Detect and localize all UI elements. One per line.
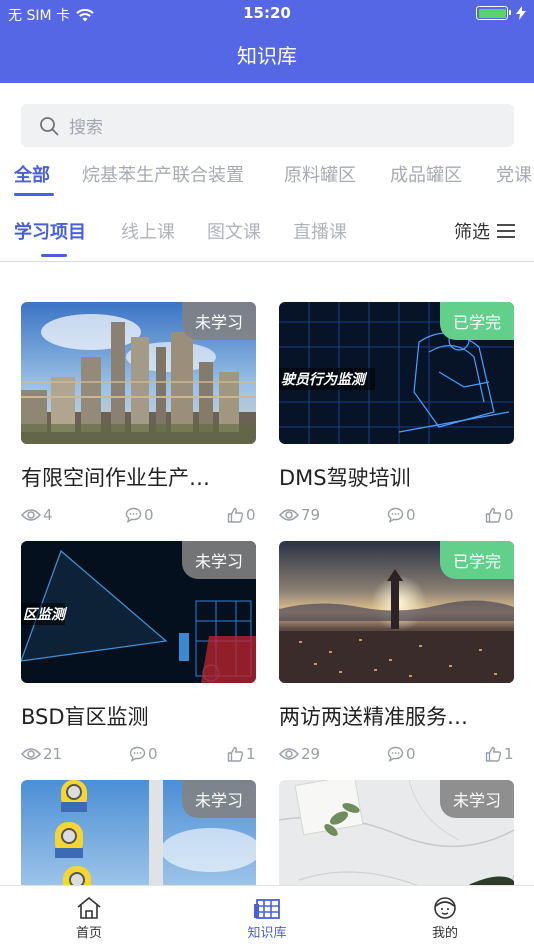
comments-count: 0 — [148, 745, 158, 763]
search-placeholder: 搜索 — [69, 118, 103, 138]
comments-count: 0 — [406, 506, 416, 524]
subtab-online[interactable]: 线上课 — [121, 218, 175, 244]
bottom-nav: 首页 知识库 我的 — [0, 885, 534, 950]
comments-count: 0 — [144, 506, 154, 524]
nav-label: 我的 — [431, 926, 458, 941]
views-stat: 79 — [279, 506, 320, 524]
comment-icon — [387, 746, 404, 762]
divider — [0, 261, 534, 262]
status-badge: 已学完 — [440, 302, 514, 340]
battery-icon — [476, 6, 511, 20]
course-title[interactable]: DMS驾驶培训 — [279, 462, 514, 492]
course-stats: 21 0 1 — [21, 745, 256, 765]
comments-stat: 0 — [387, 506, 416, 524]
nav-item-home[interactable]: 首页 — [49, 896, 129, 941]
comment-icon — [125, 507, 142, 523]
comments-stat: 0 — [125, 506, 154, 524]
comments-stat: 0 — [129, 745, 158, 763]
likes-stat[interactable]: 0 — [485, 506, 514, 524]
thumbs-up-icon — [227, 507, 244, 523]
app-root: 无 SIM 卡 15:20 知识库 搜索 全部 烷基苯生产联合装置 原料罐区 成… — [0, 0, 534, 950]
comments-count: 0 — [406, 745, 416, 763]
subtab-graphic[interactable]: 图文课 — [207, 218, 261, 244]
eye-icon — [21, 748, 41, 760]
views-count: 29 — [301, 745, 321, 763]
course-card[interactable]: 未学习 有限空间作业生产… 4 0 0 — [21, 302, 256, 526]
thumbs-up-icon — [227, 746, 244, 762]
menu-icon — [497, 224, 515, 238]
subtab-live[interactable]: 直播课 — [293, 218, 347, 244]
course-stats: 29 0 1 — [279, 745, 514, 765]
eye-icon — [279, 748, 299, 760]
course-thumbnail[interactable]: 已学完 — [279, 541, 514, 683]
nav-item-library[interactable]: 知识库 — [227, 896, 307, 941]
charging-icon — [516, 6, 526, 20]
nav-label: 首页 — [75, 926, 102, 941]
header: 无 SIM 卡 15:20 知识库 — [0, 0, 534, 83]
search-icon — [40, 116, 59, 135]
search-input[interactable]: 搜索 — [21, 104, 514, 147]
library-icon — [254, 899, 280, 919]
comment-icon — [129, 746, 146, 762]
status-bar: 无 SIM 卡 15:20 — [0, 0, 534, 28]
status-badge: 已学完 — [440, 541, 514, 579]
category-active-indicator — [14, 193, 54, 196]
category-tab-party[interactable]: 党课 — [496, 161, 532, 187]
likes-count: 0 — [504, 506, 514, 524]
course-card[interactable]: 已学完 两访两送精准服务… 29 0 1 — [279, 541, 514, 765]
views-stat: 29 — [279, 745, 320, 763]
comments-stat: 0 — [387, 745, 416, 763]
course-thumbnail[interactable]: 区监测 未学习 — [21, 541, 256, 683]
status-badge: 未学习 — [182, 541, 256, 579]
views-count: 21 — [43, 745, 63, 763]
likes-count: 1 — [246, 745, 256, 763]
course-card[interactable]: 驶员行为监测 已学完 DMS驾驶培训 79 0 0 — [279, 302, 514, 526]
eye-icon — [21, 509, 41, 521]
nav-label: 知识库 — [247, 926, 287, 941]
category-tab-raw-tanks[interactable]: 原料罐区 — [284, 161, 356, 187]
status-badge: 未学习 — [182, 302, 256, 340]
course-stats: 79 0 0 — [279, 506, 514, 526]
comment-icon — [387, 507, 404, 523]
course-thumbnail[interactable]: 驶员行为监测 已学完 — [279, 302, 514, 444]
category-tab-alkylbenzene[interactable]: 烷基苯生产联合装置 — [82, 161, 244, 187]
likes-stat[interactable]: 0 — [227, 506, 256, 524]
views-stat: 4 — [21, 506, 53, 524]
status-time: 15:20 — [243, 4, 291, 22]
filter-button[interactable]: 筛选 — [454, 218, 516, 244]
status-badge: 未学习 — [182, 780, 256, 818]
views-count: 79 — [301, 506, 321, 524]
course-title[interactable]: 有限空间作业生产… — [21, 462, 256, 492]
course-thumbnail[interactable]: 未学习 — [21, 302, 256, 444]
course-stats: 4 0 0 — [21, 506, 256, 526]
thumbnail-caption: 区监测 — [23, 606, 68, 623]
nav-item-profile[interactable]: 我的 — [405, 896, 485, 941]
eye-icon — [279, 509, 299, 521]
profile-icon — [434, 897, 456, 919]
status-badge: 未学习 — [440, 780, 514, 818]
thumbs-up-icon — [485, 746, 502, 762]
course-title[interactable]: BSD盲区监测 — [21, 701, 256, 731]
home-icon — [77, 897, 101, 919]
page-title: 知识库 — [237, 44, 297, 68]
category-tab-product-tanks[interactable]: 成品罐区 — [390, 161, 462, 187]
likes-stat[interactable]: 1 — [485, 745, 514, 763]
thumbs-up-icon — [485, 507, 502, 523]
course-card[interactable]: 区监测 未学习 BSD盲区监测 21 0 1 — [21, 541, 256, 765]
views-count: 4 — [43, 506, 53, 524]
course-title[interactable]: 两访两送精准服务… — [279, 701, 514, 731]
status-right — [476, 6, 526, 20]
subtab-projects[interactable]: 学习项目 — [14, 218, 86, 244]
likes-stat[interactable]: 1 — [227, 745, 256, 763]
likes-count: 1 — [504, 745, 514, 763]
filter-label: 筛选 — [454, 222, 490, 243]
category-tab-all[interactable]: 全部 — [14, 161, 50, 187]
thumbnail-caption: 驶员行为监测 — [281, 371, 368, 388]
subtab-active-indicator — [41, 254, 67, 257]
views-stat: 21 — [21, 745, 62, 763]
likes-count: 0 — [246, 506, 256, 524]
